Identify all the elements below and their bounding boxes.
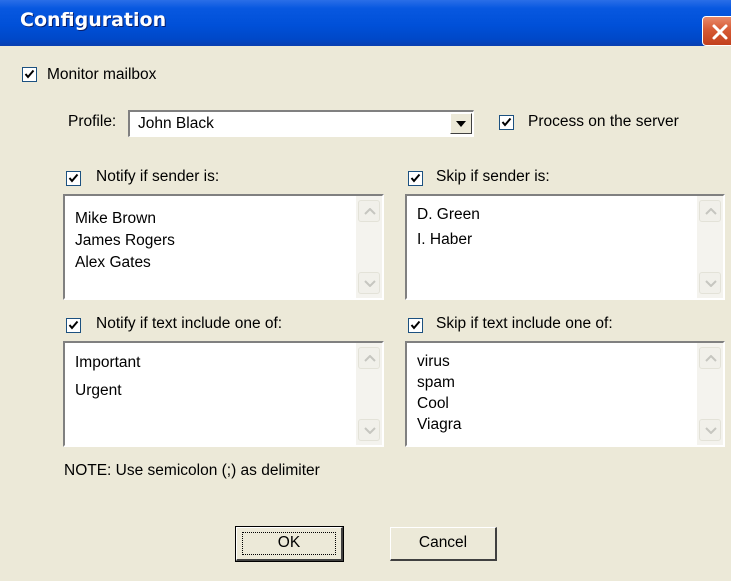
- list-item: James Rogers: [75, 232, 175, 249]
- list-item: I. Haber: [417, 231, 473, 248]
- scrollbar[interactable]: [697, 196, 723, 298]
- scroll-up-button[interactable]: [699, 347, 721, 369]
- list-item: Urgent: [75, 382, 122, 399]
- notify-sender-listbox[interactable]: Mike Brown James Rogers Alex Gates: [63, 194, 384, 300]
- profile-label: Profile:: [68, 113, 117, 130]
- notify-text-checkbox[interactable]: [66, 318, 81, 333]
- chevron-up-icon: [364, 208, 376, 215]
- process-on-server-checkbox[interactable]: [499, 115, 514, 130]
- checkmark-icon: [68, 320, 79, 330]
- checkmark-icon: [410, 173, 421, 183]
- scroll-down-button[interactable]: [699, 419, 721, 441]
- profile-dropdown-button[interactable]: [450, 113, 472, 134]
- title-bar[interactable]: Configuration: [0, 0, 731, 46]
- skip-sender-label: Skip if sender is:: [436, 168, 550, 185]
- notify-sender-checkbox[interactable]: [66, 171, 81, 186]
- chevron-up-icon: [705, 355, 717, 362]
- configuration-dialog: Configuration Monitor mailbox Profile: J…: [0, 0, 731, 581]
- list-item: Alex Gates: [75, 254, 151, 271]
- checkmark-icon: [501, 117, 512, 127]
- notify-sender-label: Notify if sender is:: [96, 168, 220, 185]
- skip-text-label: Skip if text include one of:: [436, 315, 613, 332]
- process-on-server-label: Process on the server: [528, 113, 679, 130]
- cancel-button[interactable]: Cancel: [390, 527, 497, 561]
- checkmark-icon: [68, 173, 79, 183]
- scrollbar[interactable]: [356, 343, 382, 445]
- scrollbar[interactable]: [697, 343, 723, 445]
- checkmark-icon: [410, 320, 421, 330]
- scroll-up-button[interactable]: [358, 200, 380, 222]
- chevron-up-icon: [364, 355, 376, 362]
- notify-text-listbox[interactable]: Important Urgent: [63, 341, 384, 447]
- window-title: Configuration: [20, 9, 167, 31]
- chevron-down-icon: [364, 280, 376, 287]
- list-item: virus: [417, 353, 450, 370]
- skip-text-list: virus spam Cool Viagra: [417, 351, 462, 435]
- chevron-down-icon: [705, 427, 717, 434]
- notify-sender-list: Mike Brown James Rogers Alex Gates: [75, 208, 175, 274]
- scroll-down-button[interactable]: [358, 419, 380, 441]
- skip-sender-listbox[interactable]: D. Green I. Haber: [405, 194, 725, 300]
- list-item: Important: [75, 354, 141, 371]
- delimiter-note: NOTE: Use semicolon (;) as delimiter: [64, 462, 320, 479]
- chevron-up-icon: [705, 208, 717, 215]
- monitor-mailbox-label: Monitor mailbox: [47, 66, 157, 83]
- notify-text-list: Important Urgent: [75, 349, 140, 405]
- skip-sender-checkbox[interactable]: [408, 171, 423, 186]
- checkmark-icon: [24, 69, 35, 79]
- chevron-down-icon: [364, 427, 376, 434]
- scroll-up-button[interactable]: [699, 200, 721, 222]
- scroll-down-button[interactable]: [699, 272, 721, 294]
- scroll-down-button[interactable]: [358, 272, 380, 294]
- ok-button[interactable]: OK: [235, 526, 344, 562]
- skip-sender-list: D. Green I. Haber: [417, 202, 480, 252]
- chevron-down-icon: [456, 121, 466, 127]
- list-item: spam: [417, 374, 455, 391]
- cancel-button-label: Cancel: [418, 534, 468, 551]
- skip-text-checkbox[interactable]: [408, 318, 423, 333]
- skip-text-listbox[interactable]: virus spam Cool Viagra: [405, 341, 725, 447]
- scrollbar[interactable]: [356, 196, 382, 298]
- profile-select[interactable]: John Black: [128, 110, 474, 137]
- close-button[interactable]: [702, 16, 731, 46]
- list-item: Viagra: [417, 416, 462, 433]
- chevron-down-icon: [705, 280, 717, 287]
- list-item: D. Green: [417, 206, 480, 223]
- list-item: Mike Brown: [75, 210, 156, 227]
- focus-rect: [242, 532, 336, 555]
- list-item: Cool: [417, 395, 449, 412]
- notify-text-label: Notify if text include one of:: [96, 315, 283, 332]
- profile-value: John Black: [138, 115, 214, 132]
- monitor-mailbox-checkbox[interactable]: [22, 67, 37, 82]
- scroll-up-button[interactable]: [358, 347, 380, 369]
